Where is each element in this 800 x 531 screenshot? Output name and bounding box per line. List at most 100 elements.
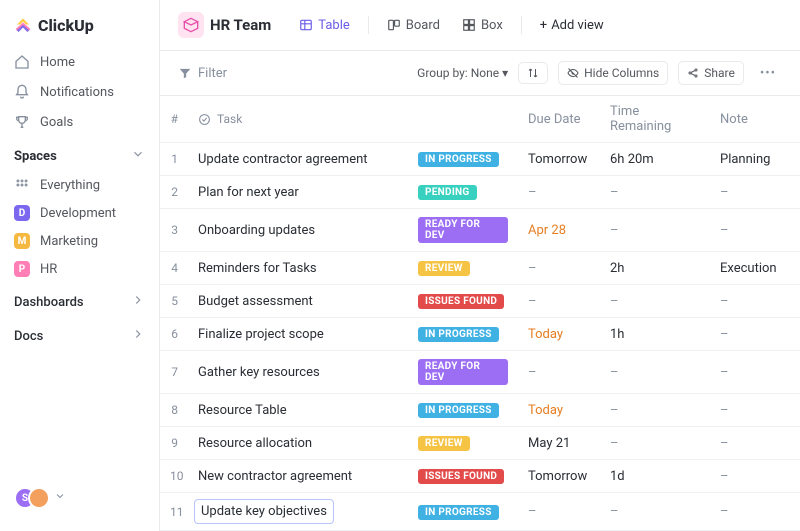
view-tab-board[interactable]: Board bbox=[379, 13, 448, 38]
due-cell[interactable]: – bbox=[518, 496, 600, 527]
note-cell[interactable]: – bbox=[710, 395, 800, 426]
nav-goals[interactable]: Goals bbox=[0, 107, 159, 137]
sidebar-item-everything[interactable]: Everything bbox=[0, 171, 159, 199]
sort-button[interactable] bbox=[518, 62, 548, 84]
due-cell[interactable]: Tomorrow bbox=[518, 144, 600, 175]
status-cell[interactable]: IN PROGRESS bbox=[408, 318, 518, 350]
task-cell[interactable]: Update contractor agreement bbox=[188, 144, 408, 175]
note-cell[interactable]: – bbox=[710, 496, 800, 527]
time-cell[interactable]: – bbox=[600, 496, 710, 527]
col-status[interactable] bbox=[408, 111, 518, 127]
col-time[interactable]: Time Remaining bbox=[600, 96, 710, 142]
table-row[interactable]: 2 Plan for next year PENDING – – – bbox=[160, 176, 800, 209]
task-cell[interactable]: Plan for next year bbox=[188, 177, 408, 208]
sidebar-item-space[interactable]: MMarketing bbox=[0, 227, 159, 255]
table-row[interactable]: 1 Update contractor agreement IN PROGRES… bbox=[160, 143, 800, 176]
sidebar-item-dashboards[interactable]: Dashboards bbox=[0, 283, 159, 317]
table-row[interactable]: 7 Gather key resources READY FOR DEV – –… bbox=[160, 351, 800, 394]
sidebar-item-docs[interactable]: Docs bbox=[0, 317, 159, 351]
note-cell[interactable]: – bbox=[710, 177, 800, 208]
view-tab-box[interactable]: Box bbox=[454, 13, 511, 38]
task-cell[interactable]: Gather key resources bbox=[188, 357, 408, 388]
task-name-input[interactable]: Update key objectives bbox=[194, 499, 334, 524]
nav-notifications[interactable]: Notifications bbox=[0, 77, 159, 107]
col-task[interactable]: Task bbox=[188, 104, 408, 134]
status-cell[interactable]: READY FOR DEV bbox=[408, 351, 518, 393]
due-cell[interactable]: – bbox=[518, 286, 600, 317]
col-note[interactable]: Note bbox=[710, 104, 800, 135]
time-cell[interactable]: – bbox=[600, 428, 710, 459]
task-cell[interactable]: Resource allocation bbox=[188, 428, 408, 459]
due-cell[interactable]: Today bbox=[518, 319, 600, 350]
task-cell[interactable]: Reminders for Tasks bbox=[188, 253, 408, 284]
time-cell[interactable]: – bbox=[600, 395, 710, 426]
time-cell[interactable]: 1d bbox=[600, 461, 710, 492]
task-cell[interactable]: New contractor agreement bbox=[188, 461, 408, 492]
status-cell[interactable]: IN PROGRESS bbox=[408, 496, 518, 528]
time-cell[interactable]: 6h 20m bbox=[600, 144, 710, 175]
hide-columns-button[interactable]: Hide Columns bbox=[558, 61, 668, 85]
group-by[interactable]: Group by: None ▾ bbox=[417, 66, 508, 80]
more-menu[interactable]: ••• bbox=[754, 64, 782, 83]
table-row[interactable]: 8 Resource Table IN PROGRESS Today – – bbox=[160, 394, 800, 427]
col-task-label: Task bbox=[217, 112, 242, 126]
due-cell[interactable]: Apr 28 bbox=[518, 215, 600, 246]
time-cell[interactable]: – bbox=[600, 177, 710, 208]
note-cell[interactable]: – bbox=[710, 428, 800, 459]
spaces-header[interactable]: Spaces bbox=[0, 137, 159, 171]
due-cell[interactable]: – bbox=[518, 177, 600, 208]
user-avatars[interactable]: S bbox=[0, 477, 159, 519]
note-cell[interactable]: – bbox=[710, 286, 800, 317]
status-cell[interactable]: PENDING bbox=[408, 176, 518, 208]
filter-button[interactable]: Filter bbox=[178, 66, 227, 81]
check-circle-icon bbox=[198, 113, 211, 126]
row-number: 8 bbox=[160, 395, 188, 425]
brand-logo[interactable]: ClickUp bbox=[0, 12, 159, 47]
task-cell[interactable]: Onboarding updates bbox=[188, 215, 408, 246]
due-cell[interactable]: Today bbox=[518, 395, 600, 426]
note-cell[interactable]: – bbox=[710, 319, 800, 350]
table-row[interactable]: 10 New contractor agreement ISSUES FOUND… bbox=[160, 460, 800, 493]
nav-home[interactable]: Home bbox=[0, 47, 159, 77]
note-cell[interactable]: Planning bbox=[710, 144, 800, 175]
task-cell[interactable]: Update key objectives bbox=[188, 493, 408, 530]
due-cell[interactable]: – bbox=[518, 253, 600, 284]
time-cell[interactable]: – bbox=[600, 215, 710, 246]
due-cell[interactable]: – bbox=[518, 357, 600, 388]
time-cell[interactable]: 1h bbox=[600, 319, 710, 350]
status-cell[interactable]: ISSUES FOUND bbox=[408, 460, 518, 492]
add-view-button[interactable]: + Add view bbox=[532, 13, 612, 38]
sidebar-item-space[interactable]: PHR bbox=[0, 255, 159, 283]
status-cell[interactable]: ISSUES FOUND bbox=[408, 285, 518, 317]
status-cell[interactable]: REVIEW bbox=[408, 427, 518, 459]
note-cell[interactable]: – bbox=[710, 215, 800, 246]
note-cell[interactable]: – bbox=[710, 357, 800, 388]
status-cell[interactable]: REVIEW bbox=[408, 252, 518, 284]
time-cell[interactable]: – bbox=[600, 286, 710, 317]
note-cell[interactable]: – bbox=[710, 461, 800, 492]
time-cell[interactable]: – bbox=[600, 357, 710, 388]
chevron-down-icon[interactable] bbox=[54, 490, 66, 506]
time-cell[interactable]: 2h bbox=[600, 253, 710, 284]
share-button[interactable]: Share bbox=[678, 61, 744, 85]
table-row[interactable]: 5 Budget assessment ISSUES FOUND – – – bbox=[160, 285, 800, 318]
status-cell[interactable]: IN PROGRESS bbox=[408, 394, 518, 426]
table-row[interactable]: 6 Finalize project scope IN PROGRESS Tod… bbox=[160, 318, 800, 351]
due-cell[interactable]: May 21 bbox=[518, 428, 600, 459]
table-row[interactable]: 3 Onboarding updates READY FOR DEV Apr 2… bbox=[160, 209, 800, 252]
view-tab-table[interactable]: Table bbox=[291, 13, 357, 38]
task-cell[interactable]: Budget assessment bbox=[188, 286, 408, 317]
avatar[interactable] bbox=[28, 487, 50, 509]
note-cell[interactable]: Execution bbox=[710, 253, 800, 284]
task-cell[interactable]: Finalize project scope bbox=[188, 319, 408, 350]
col-num[interactable]: # bbox=[160, 104, 188, 134]
col-due[interactable]: Due Date bbox=[518, 104, 600, 135]
task-cell[interactable]: Resource Table bbox=[188, 395, 408, 426]
due-cell[interactable]: Tomorrow bbox=[518, 461, 600, 492]
status-cell[interactable]: READY FOR DEV bbox=[408, 209, 518, 251]
table-row[interactable]: 9 Resource allocation REVIEW May 21 – – bbox=[160, 427, 800, 460]
status-cell[interactable]: IN PROGRESS bbox=[408, 143, 518, 175]
sidebar-item-space[interactable]: DDevelopment bbox=[0, 199, 159, 227]
table-row[interactable]: 4 Reminders for Tasks REVIEW – 2h Execut… bbox=[160, 252, 800, 285]
table-row[interactable]: 11 Update key objectives IN PROGRESS – –… bbox=[160, 493, 800, 531]
